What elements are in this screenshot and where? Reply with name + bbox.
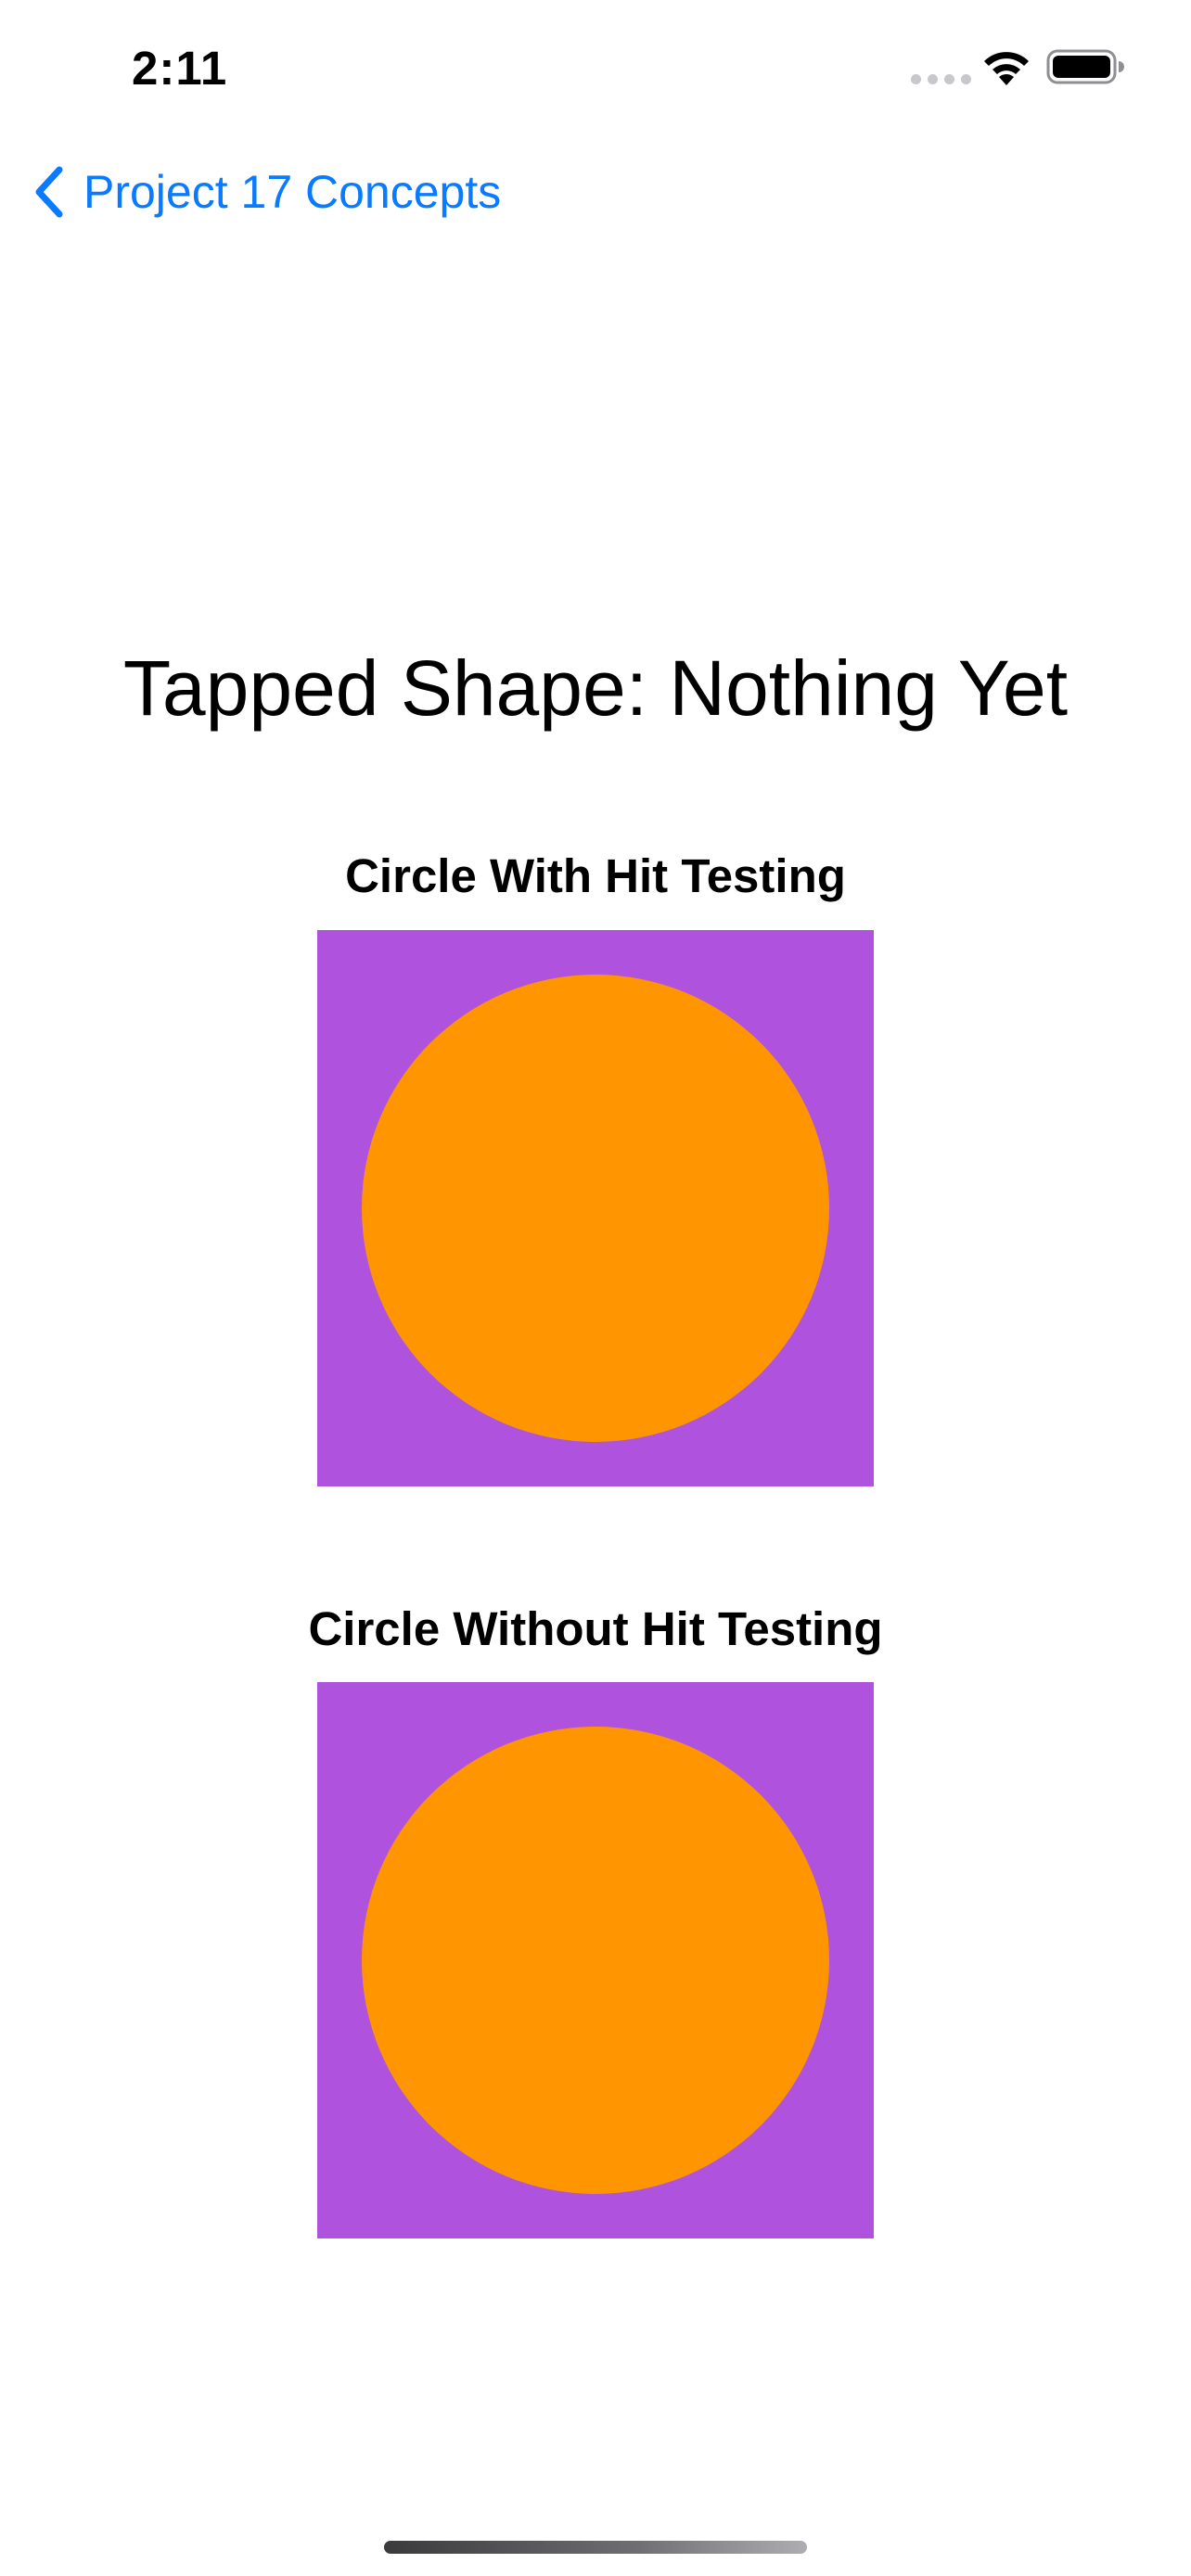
circle-without-hit-testing[interactable] [362,1727,829,2194]
tapped-shape-text: Tapped Shape: Nothing Yet [122,644,1069,732]
chevron-left-icon [35,166,63,218]
battery-icon [1046,49,1124,84]
shape-with-hit-testing[interactable] [317,930,874,1486]
status-time: 2:11 [132,42,228,95]
cellular-dots-icon [911,74,971,84]
back-button[interactable]: Project 17 Concepts [32,159,501,224]
status-bar: 2:11 [0,0,1191,139]
shape-label-without-hit-testing: Circle Without Hit Testing [308,1602,883,1655]
home-indicator[interactable] [384,2541,807,2554]
circle-with-hit-testing[interactable] [362,975,829,1442]
back-button-label: Project 17 Concepts [83,166,502,218]
shape-without-hit-testing[interactable] [317,1682,874,2238]
shape-label-with-hit-testing: Circle With Hit Testing [345,849,846,902]
wifi-icon [984,52,1029,85]
